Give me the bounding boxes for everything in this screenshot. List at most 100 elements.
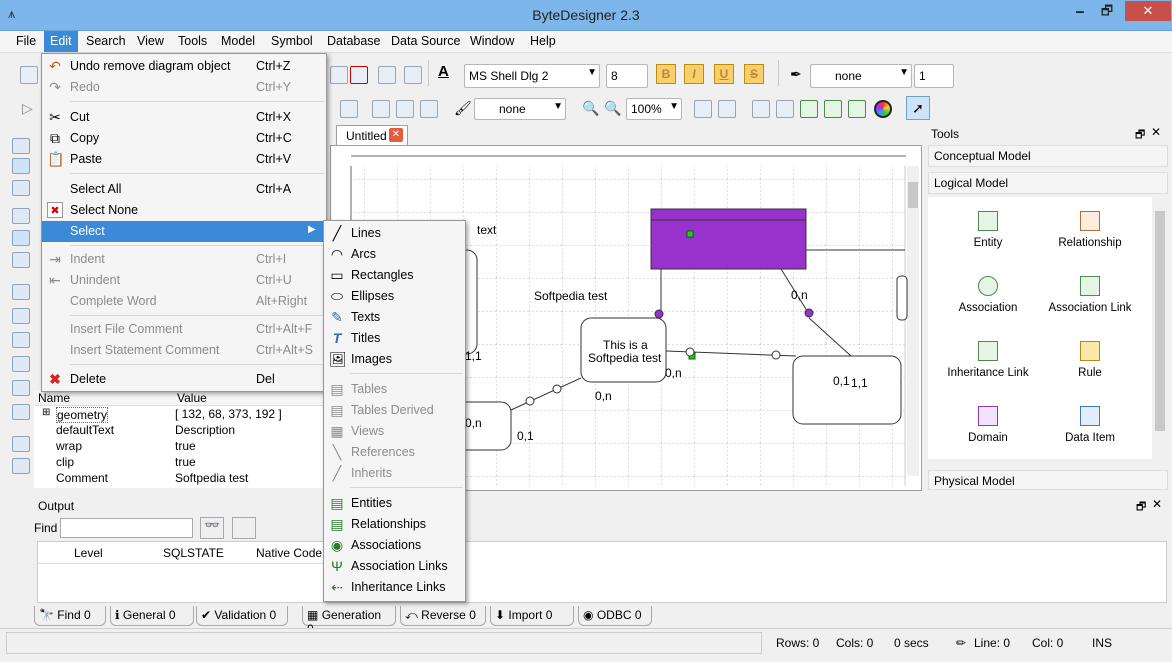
align-bottom-icon[interactable] [12,404,30,420]
tool-entity[interactable]: Entity [938,211,1038,249]
tab-untitled[interactable]: Untitled ✕ [336,125,408,147]
left-tool-6-icon[interactable] [12,252,30,268]
underline-icon[interactable]: U [714,64,734,84]
align-right-icon[interactable] [12,332,30,348]
grid-icon[interactable] [330,66,348,84]
align-middle-icon[interactable] [12,380,30,396]
zoom-in-icon[interactable]: 🔍 [582,100,599,117]
play-icon[interactable]: ▷ [22,100,33,117]
menu-data-source[interactable]: Data Source [391,34,460,48]
submenu-item-lines[interactable]: ╱ Lines [324,223,465,244]
tool-domain[interactable]: Domain [938,406,1038,444]
font-size-spin[interactable]: 8 [606,64,648,88]
pen2-icon[interactable] [396,100,414,118]
left-tool-1-icon[interactable] [12,138,30,154]
undock-icon[interactable]: 🗗 [1136,498,1146,517]
new-document-icon[interactable] [20,66,38,84]
menu-item-unindent[interactable]: ⇤ Unindent Ctrl+U [42,270,326,291]
unlink-icon[interactable] [404,66,422,84]
submenu-item-references[interactable]: ╲ References [324,442,465,463]
left-tool-5-icon[interactable] [12,230,30,246]
line-width-spin[interactable]: 1 [914,64,954,88]
font-color-icon[interactable]: A [438,63,449,80]
menu-window[interactable]: Window [470,34,514,48]
menu-edit[interactable]: Edit [44,31,78,52]
pen-icon[interactable] [372,100,390,118]
tool-association-link[interactable]: Association Link [1040,276,1140,314]
find-input[interactable] [60,518,193,538]
tab-generation[interactable]: ▦ Generation 0 [302,606,396,636]
menu-item-paste[interactable]: 📋 Paste Ctrl+V [42,149,326,170]
submenu-item-views[interactable]: ▦ Views [324,421,465,442]
menu-item-delete[interactable]: ✖ Delete Del [42,369,326,390]
close-icon[interactable]: ✕ [1151,125,1161,139]
submenu-item-associations[interactable]: ◉ Associations [324,535,465,556]
align-center-icon[interactable] [12,308,30,324]
submenu-item-entities[interactable]: ▤ Entities [324,493,465,514]
corner-icon[interactable] [776,100,794,118]
menu-model[interactable]: Model [221,34,255,48]
menu-tools[interactable]: Tools [178,34,207,48]
close-icon[interactable]: ✕ [1152,497,1162,511]
submenu-item-relationships[interactable]: ▤ Relationships [324,514,465,535]
submenu-item-tables[interactable]: ▤ Tables [324,379,465,400]
tab-validation[interactable]: ✔ Validation 0 [196,606,288,626]
menu-item-undo[interactable]: ↶ Undo remove diagram object Ctrl+Z [42,56,326,77]
tool-association[interactable]: Association [938,276,1038,314]
link-icon[interactable] [378,66,396,84]
menu-item-copy[interactable]: ⧉ Copy Ctrl+C [42,128,326,149]
fill-color-icon[interactable]: 🖌 [454,100,472,117]
submenu-item-arcs[interactable]: ◠ Arcs [324,244,465,265]
tool-inheritance-link[interactable]: Inheritance Link [938,341,1038,379]
expand-icon[interactable]: ⊞ [42,407,50,418]
section-logical-model[interactable]: Logical Model [928,172,1168,194]
route2-icon[interactable] [824,100,842,118]
options-icon[interactable] [232,517,256,539]
submenu-item-titles[interactable]: T Titles [324,328,465,349]
submenu-item-association-links[interactable]: Ψ Association Links [324,556,465,577]
menu-symbol[interactable]: Symbol [271,34,313,48]
prop-row[interactable]: ⊞ geometry [ 132, 68, 373, 192 ] [34,407,324,423]
zoom-out-icon[interactable]: 🔍 [604,100,621,117]
section-conceptual-model[interactable]: Conceptual Model [928,145,1168,167]
color-wheel-icon[interactable] [874,100,892,118]
tools-scroll-thumb[interactable] [1155,211,1165,431]
submenu-item-tables-derived[interactable]: ▤ Tables Derived [324,400,465,421]
tab-reverse[interactable]: ⤺ Reverse 0 [400,606,486,626]
tool-relationship[interactable]: Relationship [1040,211,1140,249]
db-icon[interactable] [694,100,712,118]
menu-view[interactable]: View [137,34,164,48]
tool-data-item[interactable]: Data Item [1040,406,1140,444]
section-physical-model[interactable]: Physical Model [928,470,1168,490]
db2-icon[interactable] [718,100,736,118]
maximize-button[interactable]: 🗗 [1098,1,1116,21]
menu-item-cut[interactable]: ✂ Cut Ctrl+X [42,107,326,128]
bold-icon[interactable]: B [656,64,676,84]
tab-import[interactable]: ⬇ Import 0 [490,606,574,626]
submenu-item-ellipses[interactable]: ⬭ Ellipses [324,286,465,307]
menu-search[interactable]: Search [86,34,126,48]
submenu-item-inherits[interactable]: ╱ Inherits [324,463,465,484]
menu-item-insert-file-comment[interactable]: Insert File Comment Ctrl+Alt+F [42,319,326,340]
zoom-select[interactable]: 100% ▼ [626,98,682,120]
prop-row[interactable]: clip true [34,455,324,471]
tab-odbc[interactable]: ◉ ODBC 0 [578,606,652,626]
fill-style-select[interactable]: none ▼ [474,98,566,120]
table-tool-icon[interactable] [340,100,358,118]
menu-item-insert-statement-comment[interactable]: Insert Statement Comment Ctrl+Alt+S [42,340,326,361]
submenu-item-inheritance-links[interactable]: ⇠ Inheritance Links [324,577,465,598]
send-back-icon[interactable] [12,458,30,474]
close-button[interactable]: ✕ [1125,1,1171,21]
minimize-button[interactable]: 🗕 [1073,1,1087,21]
italic-icon[interactable]: I [684,64,704,84]
tool-rule[interactable]: Rule [1040,341,1140,379]
submenu-item-rectangles[interactable]: ▭ Rectangles [324,265,465,286]
layout-icon[interactable] [752,100,770,118]
route3-icon[interactable] [848,100,866,118]
left-tool-3-icon[interactable] [12,180,30,196]
menu-help[interactable]: Help [530,34,556,48]
menu-file[interactable]: File [16,34,36,48]
menu-item-complete-word[interactable]: Complete Word Alt+Right [42,291,326,312]
undock-icon[interactable]: 🗗 [1135,126,1145,145]
submenu-item-images[interactable]: 🖼 Images [324,349,465,370]
